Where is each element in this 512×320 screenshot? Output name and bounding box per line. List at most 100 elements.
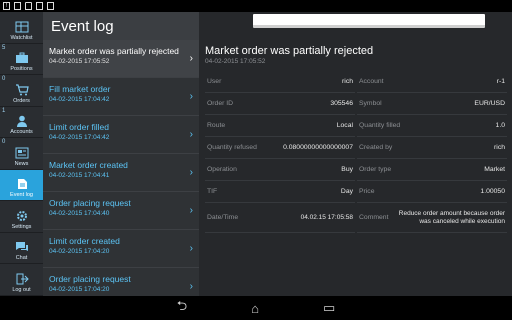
event-title: Fill market order [49, 84, 111, 94]
event-list: Market order was partially rejected 04-0… [43, 40, 199, 296]
event-title: Market order was partially rejected [49, 46, 179, 56]
detail-row: Date/Time 04.02.15 17:05:58 [205, 203, 355, 233]
list-item[interactable]: Fill market order 04-02-2015 17:04:42 › [43, 78, 199, 116]
chevron-right-icon: › [189, 129, 193, 140]
nav-label: Settings [11, 223, 32, 230]
event-title: Order placing request [49, 198, 131, 208]
field-value: Local [336, 122, 353, 129]
nav-item-accounts[interactable]: 1 Accounts [0, 107, 43, 138]
nav-item-logout[interactable]: Log out [0, 264, 43, 296]
event-title: Limit order created [49, 236, 120, 246]
nav-label: Log out [12, 286, 31, 293]
nav-item-news[interactable]: 0 News [0, 138, 43, 170]
status-bar: ! [0, 0, 512, 12]
nav-label: Watchlist [10, 34, 33, 41]
list-item[interactable]: Order placing request 04-02-2015 17:04:2… [43, 268, 199, 296]
nav-label: Positions [10, 66, 33, 72]
chevron-right-icon: › [189, 167, 193, 178]
chevron-right-icon: › [189, 205, 193, 216]
news-icon [15, 147, 28, 158]
detail-row: Symbol EUR/USD [357, 93, 507, 115]
field-value: 0.08000000000000007 [283, 144, 353, 151]
nav-badge: 0 [2, 76, 6, 82]
field-value: Day [340, 188, 353, 195]
field-label: Quantity refused [207, 144, 257, 151]
nav-item-chat[interactable]: Chat [0, 233, 43, 264]
field-value: 04.02.15 17:05:58 [300, 213, 353, 221]
phone-icon [36, 2, 43, 10]
nav-item-settings[interactable]: Settings [0, 201, 43, 233]
overlay-popup [253, 14, 485, 28]
nav-label: Chat [15, 255, 28, 261]
event-title: Market order created [49, 160, 128, 170]
nav-item-positions[interactable]: 5 Positions [0, 44, 43, 75]
nav-badge: 0 [2, 139, 6, 145]
field-label: Order type [359, 166, 392, 173]
detail-row: Price 1.00050 [357, 181, 507, 203]
field-label: Comment [359, 214, 389, 221]
left-nav: Watchlist 5 Positions 0 Orders 1 Account… [0, 12, 43, 296]
list-item[interactable]: Limit order created 04-02-2015 17:04:20 … [43, 230, 199, 268]
field-value: Reduce order amount because order was ca… [398, 209, 505, 225]
sd-card-icon [14, 2, 21, 10]
nav-label: Orders [13, 97, 30, 104]
grid-icon [15, 21, 28, 32]
nav-item-orders[interactable]: 0 Orders [0, 75, 43, 107]
nav-item-watchlist[interactable]: Watchlist [0, 12, 43, 44]
detail-row: Comment Reduce order amount because order… [357, 203, 507, 233]
nav-label: Event log [10, 192, 33, 198]
detail-row: Route Local [205, 115, 355, 137]
detail-row: TIF Day [205, 181, 355, 203]
event-date: 04-02-2015 17:04:41 [49, 172, 110, 179]
field-label: Price [359, 188, 375, 195]
event-date: 04-02-2015 17:04:42 [49, 96, 110, 103]
back-icon[interactable]: ⮌ [177, 297, 187, 319]
field-label: Date/Time [207, 214, 239, 221]
field-value: rich [494, 144, 505, 151]
lock-icon [25, 2, 32, 10]
detail-row: Account r-1 [357, 71, 507, 93]
list-item[interactable]: Market order was partially rejected 04-0… [43, 40, 199, 78]
detail-row: Quantity refused 0.08000000000000007 [205, 137, 355, 159]
field-value: r-1 [496, 78, 505, 85]
detail-date: 04-02-2015 17:05:52 [205, 58, 266, 65]
event-date: 04-02-2015 17:04:20 [49, 286, 110, 293]
nav-item-event-log[interactable]: Event log [0, 169, 43, 201]
detail-title: Market order was partially rejected [205, 45, 374, 57]
warning-icon: ! [3, 2, 10, 10]
person-icon [16, 115, 27, 127]
nav-label: Accounts [10, 129, 33, 135]
list-item[interactable]: Market order created 04-02-2015 17:04:41… [43, 154, 199, 192]
field-value: 1.00050 [480, 188, 505, 195]
detail-row: User rich [205, 71, 355, 93]
page-title: Event log [51, 17, 114, 35]
field-value: EUR/USD [474, 100, 505, 107]
detail-row: Order type Market [357, 159, 507, 181]
field-value: 305546 [330, 100, 353, 107]
field-label: Symbol [359, 100, 382, 107]
list-item[interactable]: Order placing request 04-02-2015 17:04:4… [43, 192, 199, 230]
chevron-right-icon: › [189, 243, 193, 254]
field-label: Order ID [207, 100, 234, 107]
nav-label: News [14, 160, 29, 167]
gear-icon [16, 210, 27, 221]
system-nav-bar: ⮌ ⌂ ▭ [0, 296, 512, 320]
field-label: TIF [207, 188, 218, 195]
chat-icon [15, 242, 28, 251]
detail-row: Operation Buy [205, 159, 355, 181]
field-label: Account [359, 78, 384, 85]
recents-icon[interactable]: ▭ [323, 300, 335, 316]
chevron-right-icon: › [189, 91, 193, 102]
event-title: Limit order filled [49, 122, 109, 132]
field-value: Buy [341, 166, 353, 173]
field-label: Operation [207, 166, 237, 173]
nav-badge: 5 [2, 44, 6, 51]
home-icon[interactable]: ⌂ [251, 301, 259, 316]
nav-badge: 1 [2, 107, 6, 114]
field-value: Market [484, 166, 505, 173]
field-label: Route [207, 122, 226, 129]
event-detail: Market order was partially rejected 04-0… [199, 40, 512, 296]
list-item[interactable]: Limit order filled 04-02-2015 17:04:42 › [43, 116, 199, 154]
logout-icon [16, 273, 29, 284]
field-value: 1.0 [495, 122, 505, 129]
